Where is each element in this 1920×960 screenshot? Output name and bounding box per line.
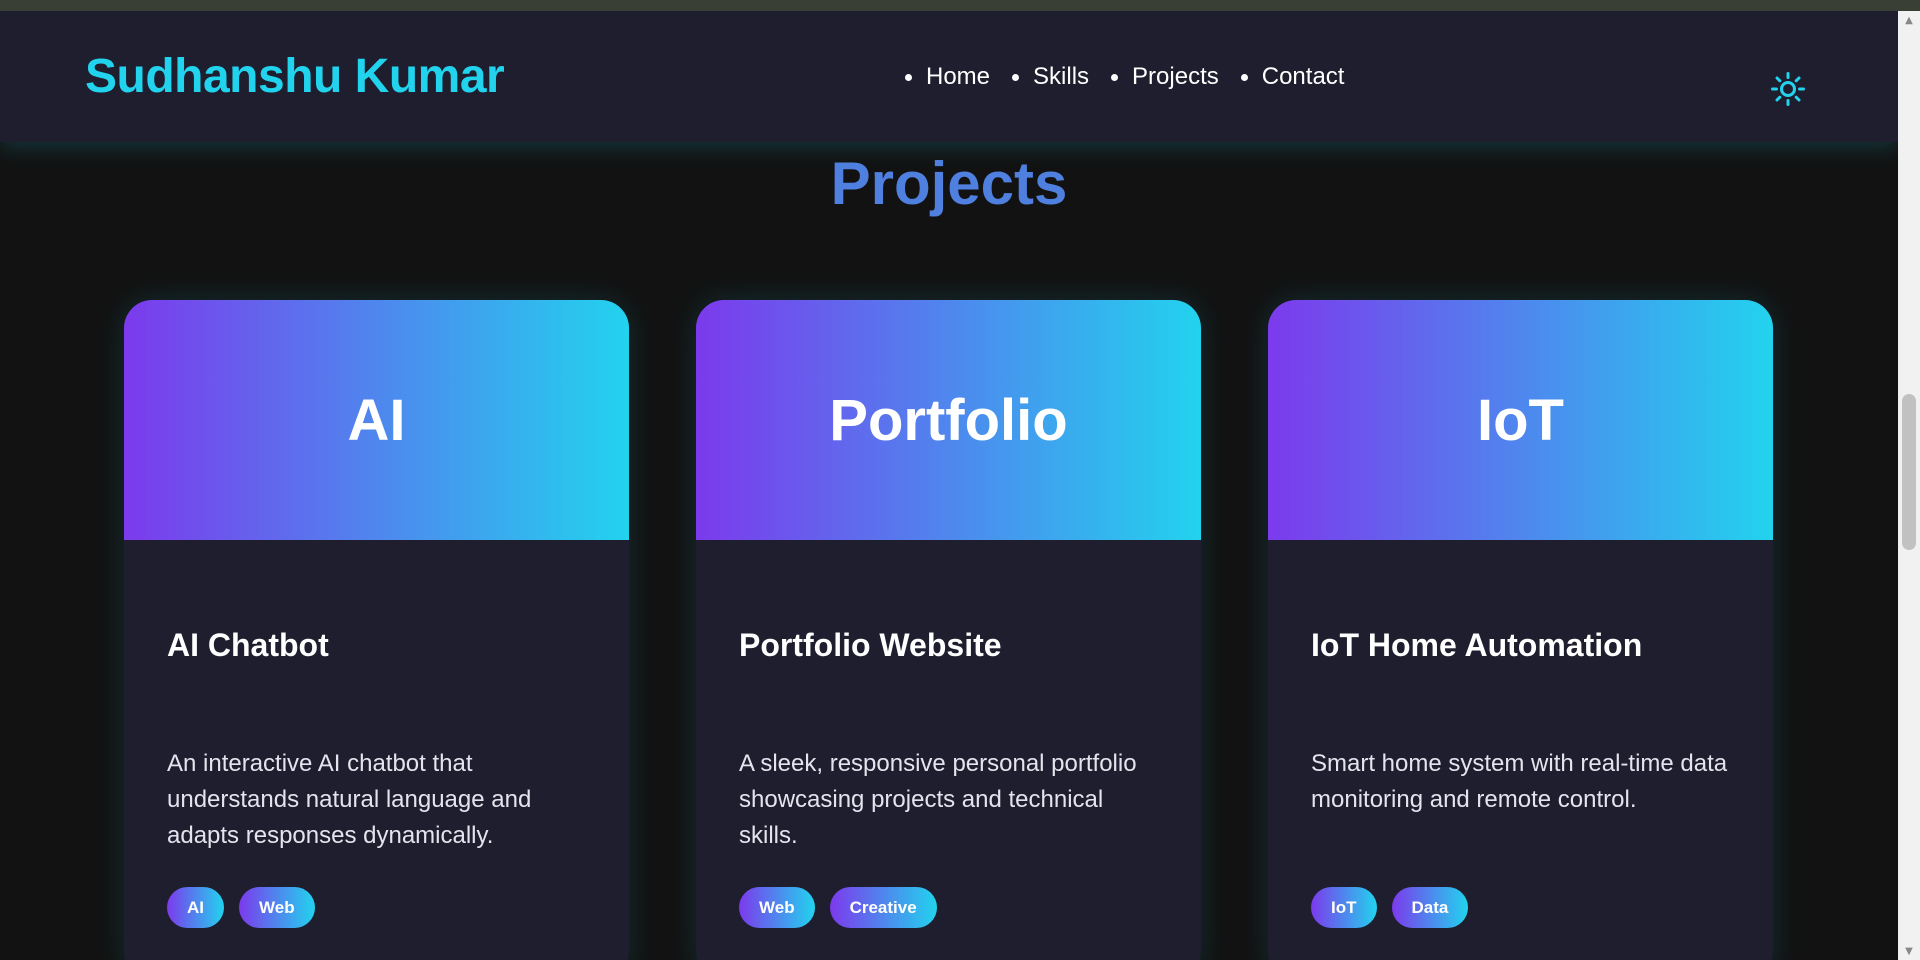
card-banner: AI: [124, 300, 629, 540]
bullet-icon: [905, 73, 912, 81]
project-card[interactable]: Portfolio Portfolio Website A sleek, res…: [696, 300, 1201, 960]
card-banner-text: IoT: [1477, 387, 1564, 453]
scrollbar-thumb[interactable]: [1902, 394, 1916, 550]
card-title: Portfolio Website: [739, 627, 1002, 663]
brand-name[interactable]: Sudhanshu Kumar: [85, 49, 505, 104]
project-card[interactable]: AI AI Chatbot An interactive AI chatbot …: [124, 300, 629, 960]
scroll-down-arrow-icon[interactable]: ▼: [1898, 942, 1920, 960]
card-banner-text: Portfolio: [829, 387, 1068, 453]
main-nav: Home Skills Projects Contact: [905, 63, 1366, 91]
nav-item-projects[interactable]: Projects: [1111, 63, 1219, 91]
project-card[interactable]: IoT IoT Home Automation Smart home syste…: [1268, 300, 1773, 960]
section-title: Projects: [830, 150, 1068, 217]
card-title: AI Chatbot: [167, 627, 329, 663]
nav-item-home[interactable]: Home: [905, 63, 990, 91]
tag-chip[interactable]: IoT: [1311, 887, 1377, 928]
bullet-icon: [1240, 73, 1248, 81]
tag-chip[interactable]: Web: [739, 887, 815, 928]
window-top-strip: [0, 0, 1920, 11]
theme-toggle-button[interactable]: [1770, 71, 1806, 107]
nav-link-home[interactable]: Home: [926, 63, 990, 91]
card-description: A sleek, responsive personal portfolio s…: [739, 750, 1137, 849]
nav-link-contact[interactable]: Contact: [1262, 63, 1345, 91]
bullet-icon: [1012, 73, 1020, 81]
nav-item-skills[interactable]: Skills: [1012, 63, 1089, 91]
tag-list: AI Web: [167, 887, 330, 928]
card-description: Smart home system with real-time data mo…: [1311, 750, 1728, 813]
page: Sudhanshu Kumar Home Skills Projects Con…: [0, 11, 1898, 960]
card-description: An interactive AI chatbot that understan…: [167, 750, 532, 849]
vertical-scrollbar[interactable]: ▲ ▼: [1898, 11, 1920, 960]
tag-list: IoT Data: [1311, 887, 1483, 928]
nav-link-projects[interactable]: Projects: [1132, 63, 1219, 91]
nav-link-skills[interactable]: Skills: [1033, 63, 1089, 91]
tag-chip[interactable]: Web: [239, 887, 315, 928]
sun-icon: [1771, 72, 1805, 106]
nav-item-contact[interactable]: Contact: [1240, 63, 1345, 91]
card-banner-text: AI: [347, 387, 406, 453]
tag-list: Web Creative: [739, 887, 952, 928]
card-banner: IoT: [1268, 300, 1773, 540]
tag-chip[interactable]: AI: [167, 887, 224, 928]
card-title: IoT Home Automation: [1311, 627, 1643, 663]
bullet-icon: [1111, 73, 1119, 81]
site-header: Sudhanshu Kumar Home Skills Projects Con…: [0, 11, 1898, 142]
card-banner: Portfolio: [696, 300, 1201, 540]
tag-chip[interactable]: Creative: [829, 887, 937, 928]
tag-chip[interactable]: Data: [1391, 887, 1469, 928]
scroll-up-arrow-icon[interactable]: ▲: [1898, 11, 1920, 29]
